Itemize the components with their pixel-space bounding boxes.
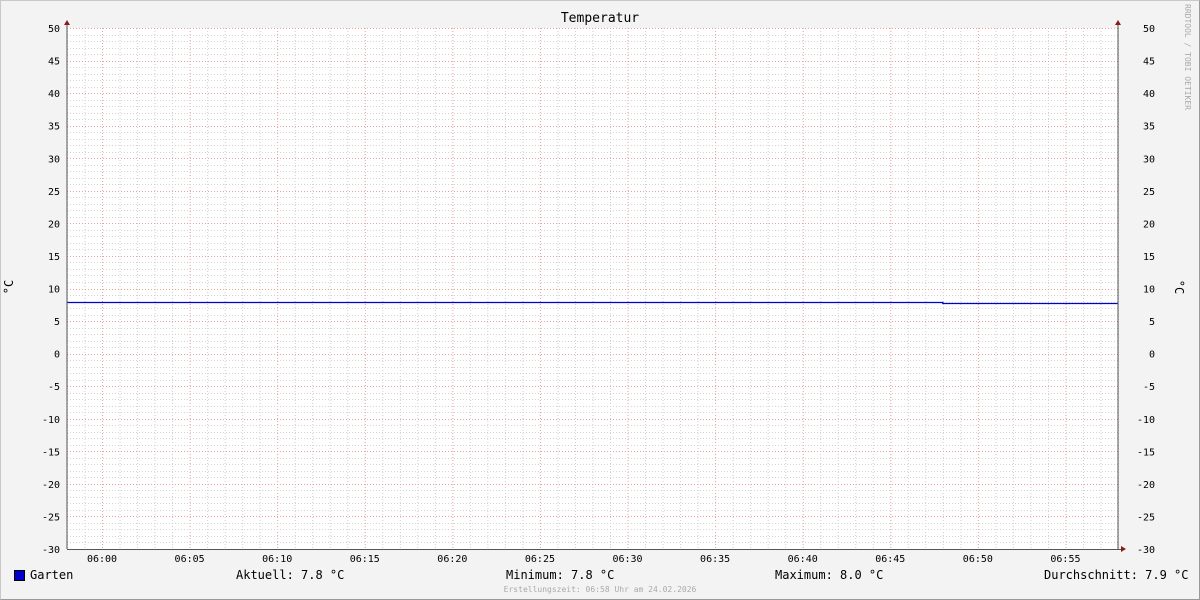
chart-svg: 50 5045 4540 4035 3530 3025 2520 2015 1510 105 50 0…: [42, 20, 1155, 565]
y-tick-label-left: 30: [48, 154, 60, 165]
watermark: RRDTOOL / TOBI OETIKER: [1183, 4, 1192, 110]
y-tick-label-left: 25: [48, 187, 60, 198]
y-tick-label-left: 40: [48, 89, 60, 100]
legend-minimum: Minimum: 7.8 °C: [506, 568, 615, 582]
x-tick-label: 06:30: [612, 554, 642, 565]
x-tick-label: 06:55: [1050, 554, 1080, 565]
x-tick-label: 06:45: [875, 554, 905, 565]
chart-title: Temperatur: [560, 11, 640, 26]
y-tick-label-right: -5: [1143, 382, 1155, 393]
y-tick-label-left: 35: [48, 122, 60, 133]
y-axis-label-left: °C: [2, 279, 17, 295]
y-tick-label-right: -25: [1137, 512, 1155, 523]
y-tick-label-left: -20: [42, 480, 60, 491]
x-tick-label: 06:50: [963, 554, 993, 565]
y-tick-label-left: -5: [48, 382, 60, 393]
y-tick-label-left: -30: [42, 545, 60, 556]
y-tick-label-right: 20: [1143, 219, 1155, 230]
legend-label-garten: Garten: [30, 568, 74, 582]
y-tick-label-left: -10: [42, 415, 60, 426]
x-tick-label: 06:15: [350, 554, 380, 565]
y-tick-label-left: 0: [54, 350, 60, 361]
y-axis-label-right: °C: [1172, 279, 1187, 295]
y-tick-label-right: -15: [1137, 447, 1155, 458]
x-tick-label: 06:10: [262, 554, 292, 565]
legend-aktuell: Aktuell: 7.8 °C: [236, 568, 345, 582]
x-tick-label: 06:05: [175, 554, 205, 565]
y-tick-label-right: -30: [1137, 545, 1155, 556]
legend-swatch-garten: [14, 570, 25, 581]
y-tick-label-right: 45: [1143, 57, 1155, 68]
legend-maximum: Maximum: 8.0 °C: [775, 568, 884, 582]
x-tick-label: 06:25: [525, 554, 555, 565]
y-tick-label-right: 10: [1143, 285, 1155, 296]
y-tick-label-right: 0: [1149, 350, 1155, 361]
y-tick-label-right: 35: [1143, 122, 1155, 133]
y-tick-label-left: -25: [42, 512, 60, 523]
y-tick-label-left: 5: [54, 317, 60, 328]
x-tick-label: 06:00: [87, 554, 117, 565]
y-tick-label-right: 5: [1149, 317, 1155, 328]
y-tick-label-right: 25: [1143, 187, 1155, 198]
x-tick-label: 06:35: [700, 554, 730, 565]
y-tick-label-right: -20: [1137, 480, 1155, 491]
y-tick-label-left: 10: [48, 285, 60, 296]
y-tick-label-right: 40: [1143, 89, 1155, 100]
x-tick-label: 06:20: [437, 554, 467, 565]
x-axis-arrow: [1121, 546, 1126, 552]
legend-durchschnitt: Durchschnitt: 7.9 °C: [1044, 568, 1189, 582]
y-tick-label-right: -10: [1137, 415, 1155, 426]
y-tick-label-left: -15: [42, 447, 60, 458]
footer-timestamp: Erstellungszeit: 06:58 Uhr am 24.02.2026: [503, 585, 697, 594]
y-tick-label-left: 15: [48, 252, 60, 263]
x-tick-label: 06:40: [788, 554, 818, 565]
y-tick-label-left: 20: [48, 219, 60, 230]
y-tick-label-left: 45: [48, 57, 60, 68]
y-tick-label-right: 15: [1143, 252, 1155, 263]
y-tick-label-right: 30: [1143, 154, 1155, 165]
